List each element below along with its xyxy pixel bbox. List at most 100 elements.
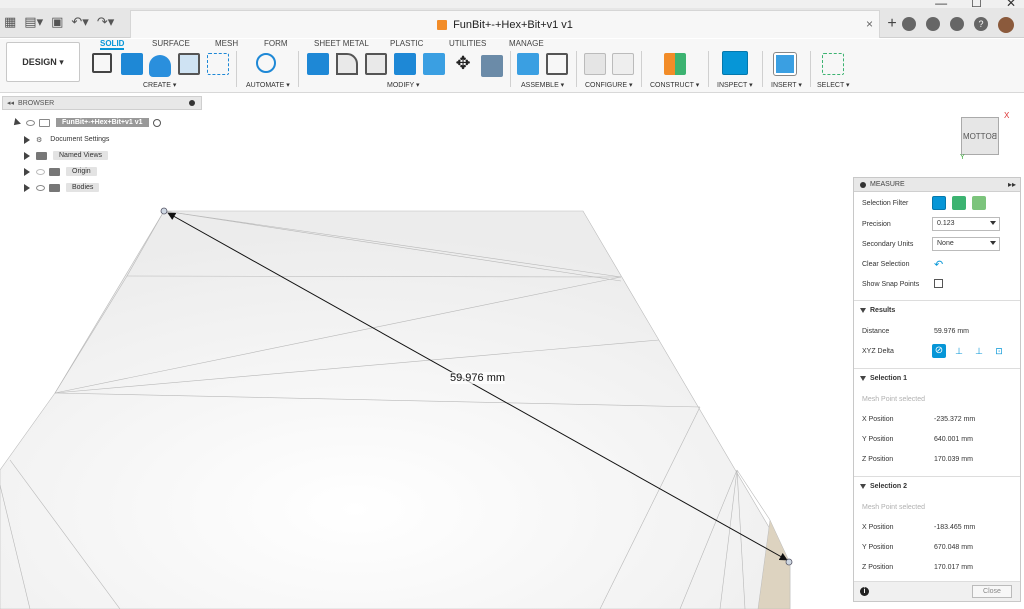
file-icon[interactable]: ▤▾ — [24, 14, 43, 30]
config-table-icon[interactable] — [612, 53, 634, 75]
selection1-section[interactable]: Selection 1 — [854, 368, 1020, 384]
fillet-icon[interactable] — [336, 53, 358, 75]
pattern-icon[interactable] — [207, 53, 229, 75]
inspect-menu[interactable]: INSPECT ▾ — [717, 81, 753, 89]
measure-icon[interactable] — [722, 51, 748, 75]
selection-point-2[interactable] — [785, 558, 793, 566]
browser-item-document-settings[interactable]: ⚙ Document Settings — [24, 133, 109, 146]
expand-icon[interactable] — [24, 167, 30, 176]
tab-form[interactable]: FORM — [264, 39, 288, 49]
assemble-menu[interactable]: ASSEMBLE ▾ — [521, 81, 564, 89]
xyz-delta-off-icon[interactable]: ⊘ — [932, 344, 946, 358]
filter-face-icon[interactable] — [952, 196, 966, 210]
extensions-icon[interactable] — [902, 17, 916, 31]
dimension-label: 59.976 mm — [450, 372, 506, 384]
document-title: FunBit+-+Hex+Bit+v1 v1 — [453, 18, 573, 31]
selection1-x-value: -235.372 mm — [934, 416, 976, 423]
browser-collapse-icon[interactable]: ◂◂ — [7, 99, 14, 107]
select-menu[interactable]: SELECT ▾ — [817, 81, 850, 89]
y-delta-icon[interactable]: ⊥ — [972, 344, 986, 358]
browser-title: BROWSER — [18, 99, 55, 107]
browser-root[interactable]: FunBit+-+Hex+Bit+v1 v1 — [11, 116, 161, 129]
grid-menu-icon[interactable]: ▦ — [4, 14, 16, 30]
automate-menu[interactable]: AUTOMATE ▾ — [246, 81, 290, 89]
tab-sheet-metal[interactable]: SHEET METAL — [314, 39, 369, 49]
automate-icon[interactable] — [256, 53, 276, 73]
hole-icon[interactable] — [178, 53, 200, 75]
ribbon: DESIGN ▾ SOLID SURFACE MESH FORM SHEET M… — [0, 39, 1024, 93]
tab-mesh[interactable]: MESH — [215, 39, 238, 49]
x-delta-icon[interactable]: ⊥ — [952, 344, 966, 358]
chamfer-icon[interactable] — [365, 53, 387, 75]
precision-select[interactable]: 0.123 — [932, 217, 1000, 231]
panel-expand-icon[interactable]: ▸▸ — [1008, 180, 1016, 189]
shell-icon[interactable] — [394, 53, 416, 75]
workspace-switcher[interactable]: DESIGN ▾ — [6, 42, 80, 82]
clear-selection-icon[interactable]: ↶ — [934, 258, 943, 271]
tab-utilities[interactable]: UTILITIES — [449, 39, 486, 49]
select-icon[interactable] — [822, 53, 844, 75]
measure-header[interactable]: MEASURE ▸▸ — [854, 178, 1020, 192]
offset-plane-icon[interactable] — [664, 53, 686, 75]
save-icon[interactable]: ▣ — [51, 14, 63, 30]
selection2-type: Mesh Point selected — [862, 504, 926, 511]
filter-edge-icon[interactable] — [972, 196, 986, 210]
filter-body-icon[interactable] — [932, 196, 946, 210]
notifications-icon[interactable] — [950, 17, 964, 31]
browser-header[interactable]: ◂◂ BROWSER — [2, 96, 202, 110]
modify-menu[interactable]: MODIFY ▾ — [387, 81, 420, 89]
tab-close-button[interactable]: × — [866, 17, 873, 31]
viewcube[interactable]: BOTTOM — [961, 117, 999, 155]
selection2-section[interactable]: Selection 2 — [854, 476, 1020, 492]
selection-point-1[interactable] — [160, 207, 168, 215]
help-icon[interactable]: ? — [974, 17, 988, 31]
secondary-units-select[interactable]: None — [932, 237, 1000, 251]
expand-icon[interactable] — [24, 183, 30, 192]
insert-menu[interactable]: INSERT ▾ — [771, 81, 802, 89]
tab-solid[interactable]: SOLID — [100, 39, 125, 50]
panel-pin-icon[interactable] — [860, 181, 866, 188]
close-button[interactable]: Close — [972, 585, 1012, 598]
browser-item-named-views[interactable]: Named Views — [24, 149, 109, 162]
new-component-icon[interactable] — [517, 53, 539, 75]
job-status-icon[interactable] — [926, 17, 940, 31]
z-delta-icon[interactable]: ⊡ — [992, 344, 1006, 358]
visibility-icon[interactable] — [36, 168, 45, 175]
expand-icon[interactable] — [11, 117, 21, 128]
joint-icon[interactable] — [546, 53, 568, 75]
press-pull-icon[interactable] — [307, 53, 329, 75]
tab-plastic[interactable]: PLASTIC — [390, 39, 423, 49]
browser-pin-icon[interactable] — [189, 100, 195, 106]
visibility-icon[interactable] — [36, 184, 45, 191]
tab-surface[interactable]: SURFACE — [152, 39, 190, 49]
redo-icon[interactable]: ↷▾ — [97, 14, 114, 30]
expand-icon[interactable] — [24, 151, 30, 160]
combine-icon[interactable] — [423, 53, 445, 75]
new-tab-button[interactable]: + — [884, 16, 900, 33]
configure-icon[interactable] — [584, 53, 606, 75]
folder-icon — [49, 167, 60, 176]
move-icon[interactable]: ✥ — [452, 53, 474, 75]
browser-item-bodies[interactable]: Bodies — [24, 181, 100, 194]
show-snap-checkbox[interactable] — [934, 279, 943, 288]
measure-footer: i Close — [854, 581, 1020, 601]
revolve-icon[interactable] — [149, 55, 171, 77]
configure-menu[interactable]: CONFIGURE ▾ — [585, 81, 632, 89]
avatar[interactable] — [998, 17, 1014, 33]
selection1-z-value: 170.039 mm — [934, 456, 973, 463]
construct-menu[interactable]: CONSTRUCT ▾ — [650, 81, 699, 89]
info-icon[interactable]: i — [860, 587, 869, 596]
document-tab[interactable]: FunBit+-+Hex+Bit+v1 v1 × — [130, 10, 880, 38]
expand-icon[interactable] — [24, 135, 30, 144]
undo-icon[interactable]: ↶▾ — [71, 14, 88, 30]
insert-image-icon[interactable] — [773, 52, 797, 76]
create-menu[interactable]: CREATE ▾ — [143, 81, 176, 89]
visibility-icon[interactable] — [26, 119, 35, 126]
browser-item-origin[interactable]: Origin — [24, 165, 97, 178]
tab-manage[interactable]: MANAGE — [509, 39, 544, 49]
results-section[interactable]: Results — [854, 300, 1020, 316]
create-sketch-icon[interactable] — [92, 53, 112, 73]
extrude-icon[interactable] — [121, 53, 143, 75]
split-body-icon[interactable] — [481, 55, 503, 77]
activate-radio-icon[interactable] — [152, 118, 161, 127]
